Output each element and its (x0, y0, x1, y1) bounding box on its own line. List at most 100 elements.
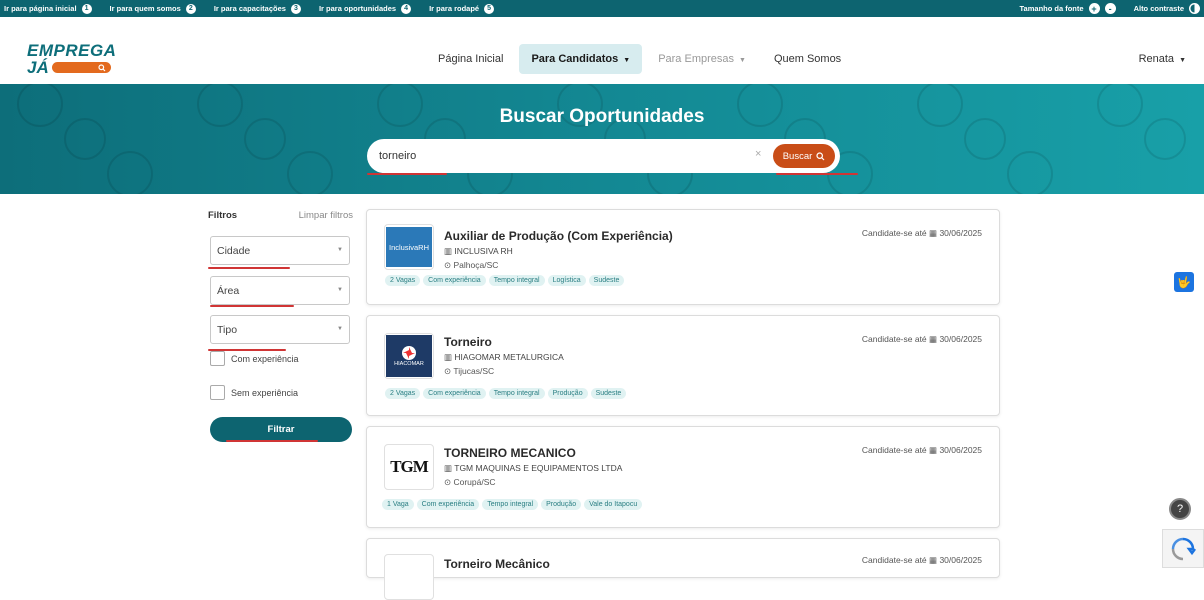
contrast-icon[interactable] (1189, 3, 1200, 14)
deadline-label: Candidate-se até (861, 334, 927, 344)
job-tag: Sudeste (588, 275, 625, 286)
area-select-value: Área (217, 285, 240, 297)
checkbox-label: Com experiência (231, 353, 299, 364)
job-tags: 2 Vagas Com experiência Tempo integral L… (385, 275, 627, 286)
accessibility-bar: Ir para página inicial 1 Ir para quem so… (0, 0, 1204, 17)
logo-search-icon (98, 62, 106, 75)
logo-top-text: EMPREGA (27, 41, 117, 60)
calendar-icon: ▦ (929, 334, 938, 344)
sign-language-icon[interactable]: 🤟 (1174, 272, 1194, 292)
skip-link-number: 3 (290, 3, 301, 14)
user-menu[interactable]: Renata ▼ (1139, 53, 1186, 65)
company-name: TGM MAQUINAS E EQUIPAMENTOS LTDA (454, 463, 623, 473)
nav-candidates[interactable]: Para Candidatos ▼ (519, 44, 643, 74)
job-location: Tijucas/SC (453, 366, 495, 376)
skip-to-about-link[interactable]: Ir para quem somos 2 (109, 3, 196, 14)
deadline-date: 30/06/2025 (939, 334, 982, 344)
skip-to-home-link[interactable]: Ir para página inicial 1 (4, 3, 92, 14)
search-icon (816, 151, 825, 160)
type-select[interactable]: Tipo ▼ (210, 315, 350, 344)
nav-label: Página Inicial (438, 53, 504, 65)
search-box: × Buscar (367, 139, 840, 173)
filters-title: Filtros (208, 210, 238, 221)
checkbox-label: Sem experiência (231, 387, 299, 398)
nav-companies[interactable]: Para Empresas ▼ (646, 44, 758, 74)
job-tag: Sudeste (590, 388, 627, 399)
area-select[interactable]: Área ▼ (210, 276, 350, 305)
deadline-label: Candidate-se até (861, 228, 927, 238)
font-increase-button[interactable]: + (1088, 3, 1100, 14)
skip-to-training-link[interactable]: Ir para capacitações 3 (214, 3, 301, 14)
job-title: Torneiro Mecânico (444, 557, 550, 571)
job-tag: Tempo integral (482, 499, 539, 510)
with-experience-checkbox[interactable]: Com experiência (210, 351, 299, 366)
nav-label: Para Candidatos (531, 53, 619, 65)
skip-to-opportunities-link[interactable]: Ir para oportunidades 4 (319, 3, 412, 14)
recaptcha-icon[interactable] (1162, 529, 1204, 568)
user-name: Renata (1138, 53, 1175, 65)
chevron-down-icon: ▼ (1179, 57, 1186, 64)
without-experience-checkbox[interactable]: Sem experiência (210, 385, 298, 400)
filter-button[interactable]: Filtrar (210, 417, 352, 442)
deadline-label: Candidate-se até (861, 555, 927, 565)
emprega-ja-logo[interactable]: EMPREGA JÁ (27, 41, 117, 78)
building-icon: ▥ (444, 246, 455, 256)
job-tags: 2 Vagas Com experiência Tempo integral P… (385, 388, 629, 399)
job-card[interactable]: Torneiro Mecânico Candidate-se até ▦ 30/… (366, 538, 1000, 600)
site-header: EMPREGA JÁ Página Inicial Para Candidato… (0, 17, 1204, 84)
filter-button-highlight (226, 440, 318, 442)
company-name: INCLUSIVA RH (454, 246, 513, 256)
job-tag: Vale do Itapocu (584, 499, 643, 510)
font-decrease-button[interactable]: - (1104, 3, 1116, 14)
job-tag: Produção (541, 499, 582, 510)
company-logo: HIACOMAR (384, 333, 434, 379)
high-contrast-label[interactable]: Alto contraste (1134, 4, 1184, 13)
search-input[interactable] (379, 147, 739, 165)
chevron-down-icon: ▼ (337, 247, 343, 253)
filter-button-label: Filtrar (267, 424, 295, 435)
skip-link-number: 4 (401, 3, 412, 14)
hiagomar-logo-mark (402, 346, 416, 360)
nav-label: Quem Somos (773, 53, 842, 65)
city-select-value: Cidade (217, 245, 251, 257)
skip-link-number: 5 (484, 3, 495, 14)
job-card[interactable]: InclusivaRH Auxiliar de Produção (Com Ex… (366, 209, 1000, 305)
deadline-date: 30/06/2025 (939, 555, 982, 565)
company-logo: TGM (384, 444, 434, 490)
city-select[interactable]: Cidade ▼ (210, 236, 350, 265)
job-tag: Com experiência (423, 388, 486, 399)
checkbox-box[interactable] (210, 385, 225, 400)
job-card[interactable]: HIACOMAR Torneiro ▥ HIAGOMAR METALURGICA… (366, 315, 1000, 416)
deadline-date: 30/06/2025 (939, 445, 982, 455)
type-select-value: Tipo (217, 324, 238, 336)
clear-filters-link[interactable]: Limpar filtros (299, 210, 353, 221)
job-card[interactable]: TGM TORNEIRO MECANICO ▥ TGM MAQUINAS E E… (366, 426, 1000, 528)
company-logo-text: TGM (390, 457, 429, 476)
skip-to-footer-link[interactable]: Ir para rodapé 5 (429, 3, 495, 14)
job-tag: Produção (547, 388, 588, 399)
calendar-icon: ▦ (929, 228, 938, 238)
search-input-highlight (367, 173, 447, 175)
nav-about[interactable]: Quem Somos (762, 44, 853, 74)
main-nav: Página Inicial Para Candidatos ▼ Para Emp… (426, 44, 857, 74)
chevron-down-icon: ▼ (337, 326, 343, 332)
chevron-down-icon: ▼ (623, 57, 631, 64)
help-icon[interactable]: ? (1169, 498, 1191, 520)
job-tag: Com experiência (416, 499, 480, 510)
skip-link-label: Ir para quem somos (109, 4, 181, 13)
clear-search-icon[interactable]: × (755, 148, 761, 160)
calendar-icon: ▦ (929, 445, 938, 455)
search-button[interactable]: Buscar (773, 144, 835, 168)
location-pin-icon: ⊙ (444, 366, 454, 376)
skip-link-number: 2 (185, 3, 196, 14)
building-icon: ▥ (444, 463, 455, 473)
filters-panel: Filtros Limpar filtros Cidade ▼ Área ▼ Tip… (208, 210, 353, 442)
checkbox-box[interactable] (210, 351, 225, 366)
logo-bottom-text: JÁ (27, 58, 49, 77)
page-title: Buscar Oportunidades (499, 106, 705, 127)
nav-home[interactable]: Página Inicial (426, 44, 515, 74)
search-button-highlight (776, 173, 858, 175)
deadline-date: 30/06/2025 (939, 228, 982, 238)
calendar-icon: ▦ (929, 555, 938, 565)
job-location: Palhoça/SC (453, 260, 499, 270)
